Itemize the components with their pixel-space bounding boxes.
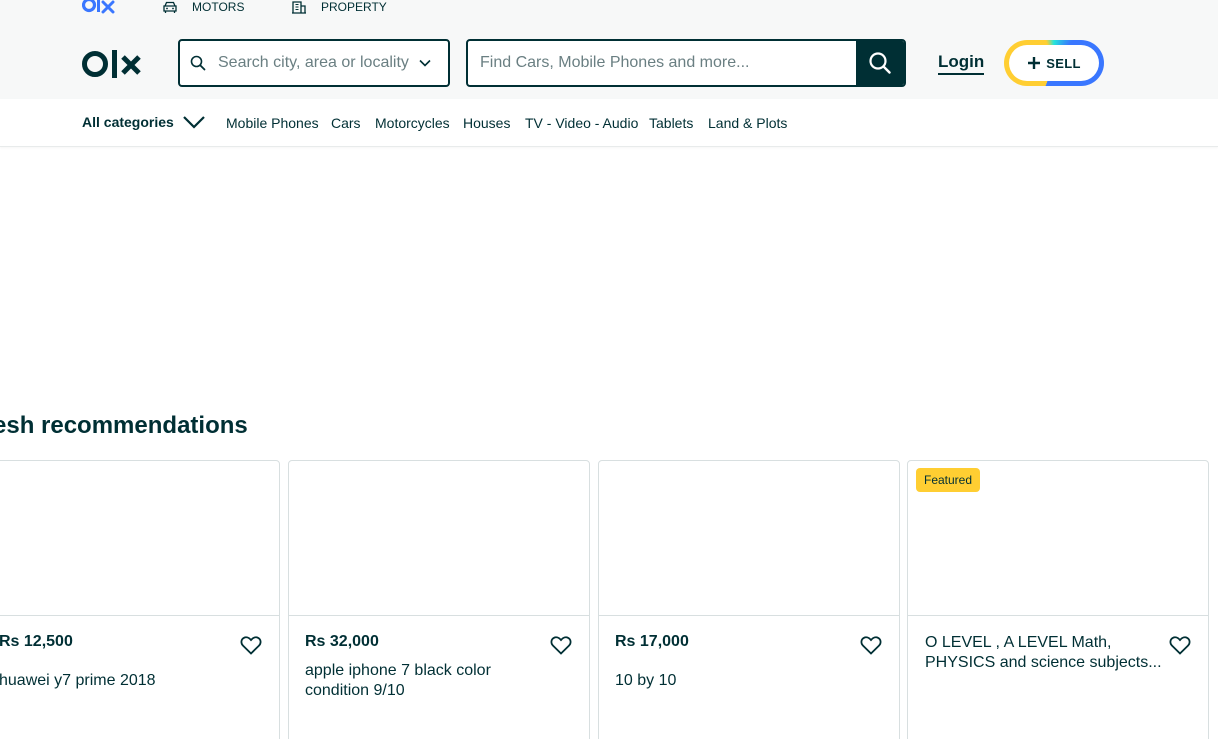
heart-icon[interactable] <box>859 633 883 657</box>
category-tablets[interactable]: Tablets <box>649 115 693 131</box>
category-mobile-phones[interactable]: Mobile Phones <box>226 115 319 131</box>
listing-title: 10 by 10 <box>615 672 677 689</box>
listing-title: huawei y7 prime 2018 <box>0 672 156 689</box>
sell-label: SELL <box>1046 55 1081 71</box>
chevron-down-icon <box>183 116 205 129</box>
motors-link[interactable]: MOTORS <box>162 0 244 14</box>
listing-title: O LEVEL , A LEVEL Math, PHYSICS and scie… <box>925 634 1162 671</box>
login-link[interactable]: Login <box>938 52 985 75</box>
heart-icon[interactable] <box>549 633 573 657</box>
listing-card[interactable]: Rs 12,500 huawei y7 prime 2018 <box>0 460 280 739</box>
heart-icon[interactable] <box>1168 633 1192 657</box>
listing-image <box>599 461 899 616</box>
search-button[interactable] <box>856 41 904 85</box>
olx-logo-icon[interactable] <box>82 47 144 81</box>
top-header: MOTORS PROPERTY Search city, area or loc… <box>0 0 1218 99</box>
listing-card[interactable]: Featured O LEVEL , A LEVEL Math, PHYSICS… <box>907 460 1209 739</box>
category-tv-video-audio[interactable]: TV - Video - Audio <box>525 115 638 131</box>
category-houses[interactable]: Houses <box>463 115 510 131</box>
search-icon <box>190 55 206 71</box>
listing-image <box>0 461 279 616</box>
all-categories-label: All categories <box>82 114 174 130</box>
listing-price: Rs 32,000 <box>305 633 379 650</box>
property-label: PROPERTY <box>321 0 387 14</box>
building-icon <box>292 0 306 14</box>
sell-button-inner: SELL <box>1009 45 1099 81</box>
category-motorcycles[interactable]: Motorcycles <box>375 115 450 131</box>
location-input[interactable]: Search city, area or locality <box>218 54 418 72</box>
category-land-plots[interactable]: Land & Plots <box>708 115 787 131</box>
listing-price: Rs 17,000 <box>615 633 689 650</box>
listing-image: Featured <box>908 461 1208 616</box>
sell-button[interactable]: SELL <box>1004 40 1104 86</box>
olx-mini-logo-icon[interactable] <box>82 0 116 16</box>
car-icon <box>163 1 177 13</box>
listing-card[interactable]: Rs 17,000 10 by 10 <box>598 460 900 739</box>
listing-image <box>289 461 589 616</box>
category-bar: All categories Mobile Phones Cars Motorc… <box>0 99 1218 147</box>
all-categories-toggle[interactable]: All categories <box>82 114 206 130</box>
listing-title: apple iphone 7 black color condition 9/1… <box>305 662 491 699</box>
motors-label: MOTORS <box>192 0 245 14</box>
chevron-down-icon[interactable] <box>418 56 432 70</box>
heart-icon[interactable] <box>239 633 263 657</box>
search-bar: Find Cars, Mobile Phones and more... <box>466 39 906 87</box>
section-title: esh recommendations <box>0 412 248 439</box>
search-input[interactable]: Find Cars, Mobile Phones and more... <box>468 41 856 85</box>
plus-icon <box>1028 57 1041 69</box>
search-icon <box>869 52 891 74</box>
listing-card[interactable]: Rs 32,000 apple iphone 7 black color con… <box>288 460 590 739</box>
property-link[interactable]: PROPERTY <box>291 0 387 14</box>
featured-badge: Featured <box>916 468 981 492</box>
category-cars[interactable]: Cars <box>331 115 361 131</box>
location-selector[interactable]: Search city, area or locality <box>178 39 450 87</box>
listing-price: Rs 12,500 <box>0 633 73 650</box>
